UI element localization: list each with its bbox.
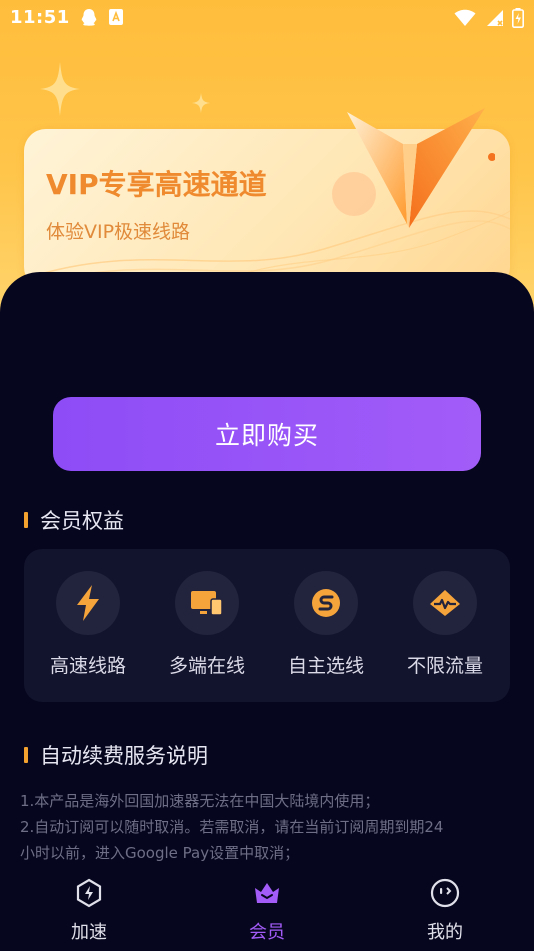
benefits-card: 高速线路 多端在线 自主选线 不限流量 [24, 549, 510, 702]
crown-icon [252, 883, 282, 912]
benefit-label: 自主选线 [287, 655, 364, 677]
renewal-section-title: 自动续费服务说明 [24, 740, 208, 770]
sparkle-small-icon [192, 93, 210, 117]
banner-subtitle: 体验VIP极速线路 [46, 221, 191, 243]
renewal-description: 1.本产品是海外回国加速器无法在中国大陆境内使用； 2.自动订阅可以随时取消。若… [20, 788, 524, 866]
tab-profile[interactable]: 我的 [385, 878, 505, 944]
section-marker [24, 747, 28, 763]
renewal-line: 2.自动订阅可以随时取消。若需取消，请在当前订阅周期到期24 [20, 818, 444, 836]
tab-label: 加速 [71, 922, 107, 943]
unlimited-traffic-icon [413, 571, 477, 635]
wifi-icon [454, 9, 476, 31]
tab-label: 我的 [427, 922, 463, 943]
section-marker [24, 512, 28, 528]
signal-icon [484, 9, 504, 31]
lightning-icon [56, 571, 120, 635]
benefit-item-unlimited-traffic[interactable]: 不限流量 [390, 571, 500, 678]
status-bar: 11:51 [0, 0, 534, 36]
speed-icon [74, 878, 104, 912]
benefits-title: 会员权益 [40, 509, 124, 533]
multi-device-icon [175, 571, 239, 635]
benefits-section-title: 会员权益 [24, 505, 124, 535]
route-select-icon [294, 571, 358, 635]
benefit-label: 多端在线 [168, 655, 245, 677]
buy-now-button[interactable]: 立即购买 [53, 397, 481, 471]
app-notification-icon [108, 8, 124, 32]
battery-icon [512, 8, 524, 32]
tab-membership[interactable]: 会员 [207, 878, 327, 944]
sparkle-icon [40, 62, 80, 120]
benefit-label: 不限流量 [406, 655, 483, 677]
vip-v-logo-icon [347, 108, 495, 228]
status-time: 11:51 [10, 7, 70, 28]
benefit-item-speed[interactable]: 高速线路 [33, 571, 143, 678]
renewal-line: 1.本产品是海外回国加速器无法在中国大陆境内使用； [20, 792, 380, 810]
qq-notification-icon [80, 8, 98, 32]
tab-speed[interactable]: 加速 [29, 878, 149, 944]
bottom-tab-bar: 加速 会员 我的 [0, 868, 534, 951]
benefit-label: 高速线路 [49, 655, 126, 677]
benefit-item-route-select[interactable]: 自主选线 [271, 571, 381, 678]
renewal-line: 小时以前，进入Google Pay设置中取消； [20, 844, 300, 862]
banner-title: VIP专享高速通道 [46, 168, 267, 201]
benefit-item-multi-device[interactable]: 多端在线 [152, 571, 262, 678]
tab-label: 会员 [249, 922, 285, 943]
renewal-title: 自动续费服务说明 [40, 744, 208, 768]
profile-icon [430, 878, 460, 912]
